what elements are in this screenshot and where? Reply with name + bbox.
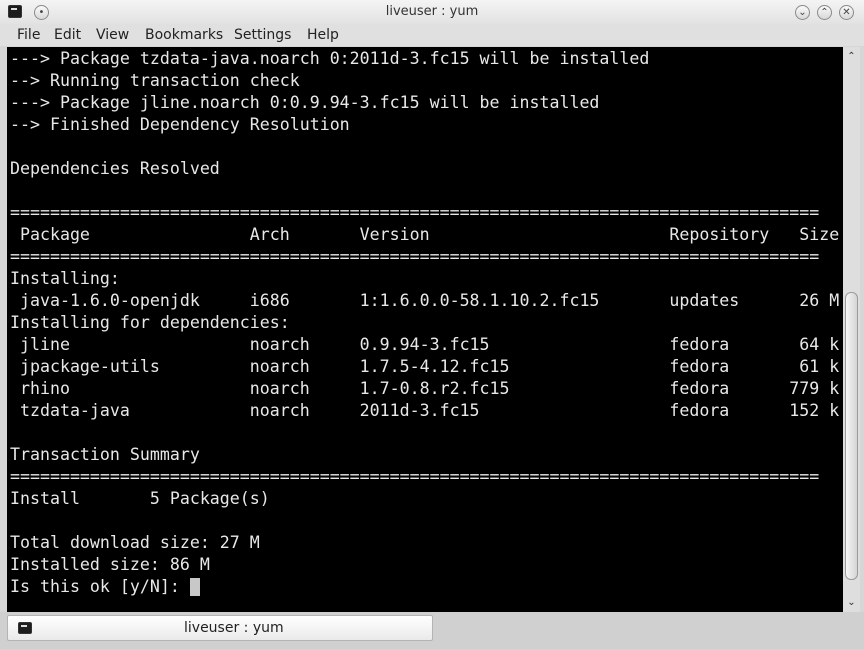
terminal-line: Transaction Summary — [10, 445, 200, 464]
table-header-row: Package Arch Version Repository Size — [10, 225, 840, 244]
terminal-icon — [18, 622, 32, 634]
table-row: jline noarch 0.9.94-3.fc15 fedora 64 k — [10, 335, 840, 354]
terminal-separator: ========================================… — [10, 247, 820, 266]
terminal-separator: ========================================… — [10, 467, 820, 486]
close-button[interactable]: ✕ — [839, 5, 854, 20]
terminal-line: Installing: — [10, 269, 120, 288]
terminal-line: --> Finished Dependency Resolution — [10, 115, 350, 134]
window-title: liveuser : yum — [385, 4, 479, 19]
terminal-line: ---> Package jline.noarch 0:0.9.94-3.fc1… — [10, 93, 600, 112]
terminal-line: --> Running transaction check — [10, 71, 300, 90]
terminal-prompt: Is this ok [y/N]: — [10, 577, 190, 596]
terminal-line: ---> Package tzdata-java.noarch 0:2011d-… — [10, 49, 650, 68]
terminal-line: Total download size: 27 M — [10, 533, 260, 552]
scrollbar-thumb[interactable] — [845, 292, 858, 580]
scroll-down-arrow-icon[interactable]: ⌄ — [846, 597, 857, 608]
terminal-line: Dependencies Resolved — [10, 159, 220, 178]
vertical-scrollbar[interactable]: ⌃ ⌄ — [843, 47, 860, 612]
table-row: jpackage-utils noarch 1.7.5-4.12.fc15 fe… — [10, 357, 840, 376]
menu-help[interactable]: Help — [307, 27, 339, 43]
text-cursor — [190, 578, 200, 596]
menu-settings[interactable]: Settings — [234, 27, 291, 43]
scroll-up-arrow-icon[interactable]: ⌃ — [846, 51, 857, 62]
terminal-line: Installing for dependencies: — [10, 313, 290, 332]
table-row: tzdata-java noarch 2011d-3.fc15 fedora 1… — [10, 401, 840, 420]
table-row: rhino noarch 1.7-0.8.r2.fc15 fedora 779 … — [10, 379, 840, 398]
terminal-line: Installed size: 86 M — [10, 555, 210, 574]
terminal-separator: ========================================… — [10, 203, 820, 222]
tab-liveuser-yum[interactable]: liveuser : yum — [7, 615, 433, 641]
menu-edit[interactable]: Edit — [54, 27, 81, 43]
minimize-button[interactable]: ⌄ — [795, 5, 810, 20]
title-bar: • liveuser : yum ⌄ ⌃ ✕ — [0, 0, 864, 24]
menu-view[interactable]: View — [96, 27, 129, 43]
terminal-line: Install 5 Package(s) — [10, 489, 270, 508]
menu-file[interactable]: File — [17, 27, 40, 43]
maximize-button[interactable]: ⌃ — [817, 5, 832, 20]
terminal-output[interactable]: ---> Package tzdata-java.noarch 0:2011d-… — [7, 47, 843, 612]
menu-bar: File Edit View Bookmarks Settings Help — [0, 24, 864, 46]
tab-label: liveuser : yum — [184, 620, 284, 636]
table-row: java-1.6.0-openjdk i686 1:1.6.0.0-58.1.1… — [10, 291, 840, 310]
tab-bar: liveuser : yum — [0, 612, 864, 649]
menu-bookmarks[interactable]: Bookmarks — [145, 27, 223, 43]
